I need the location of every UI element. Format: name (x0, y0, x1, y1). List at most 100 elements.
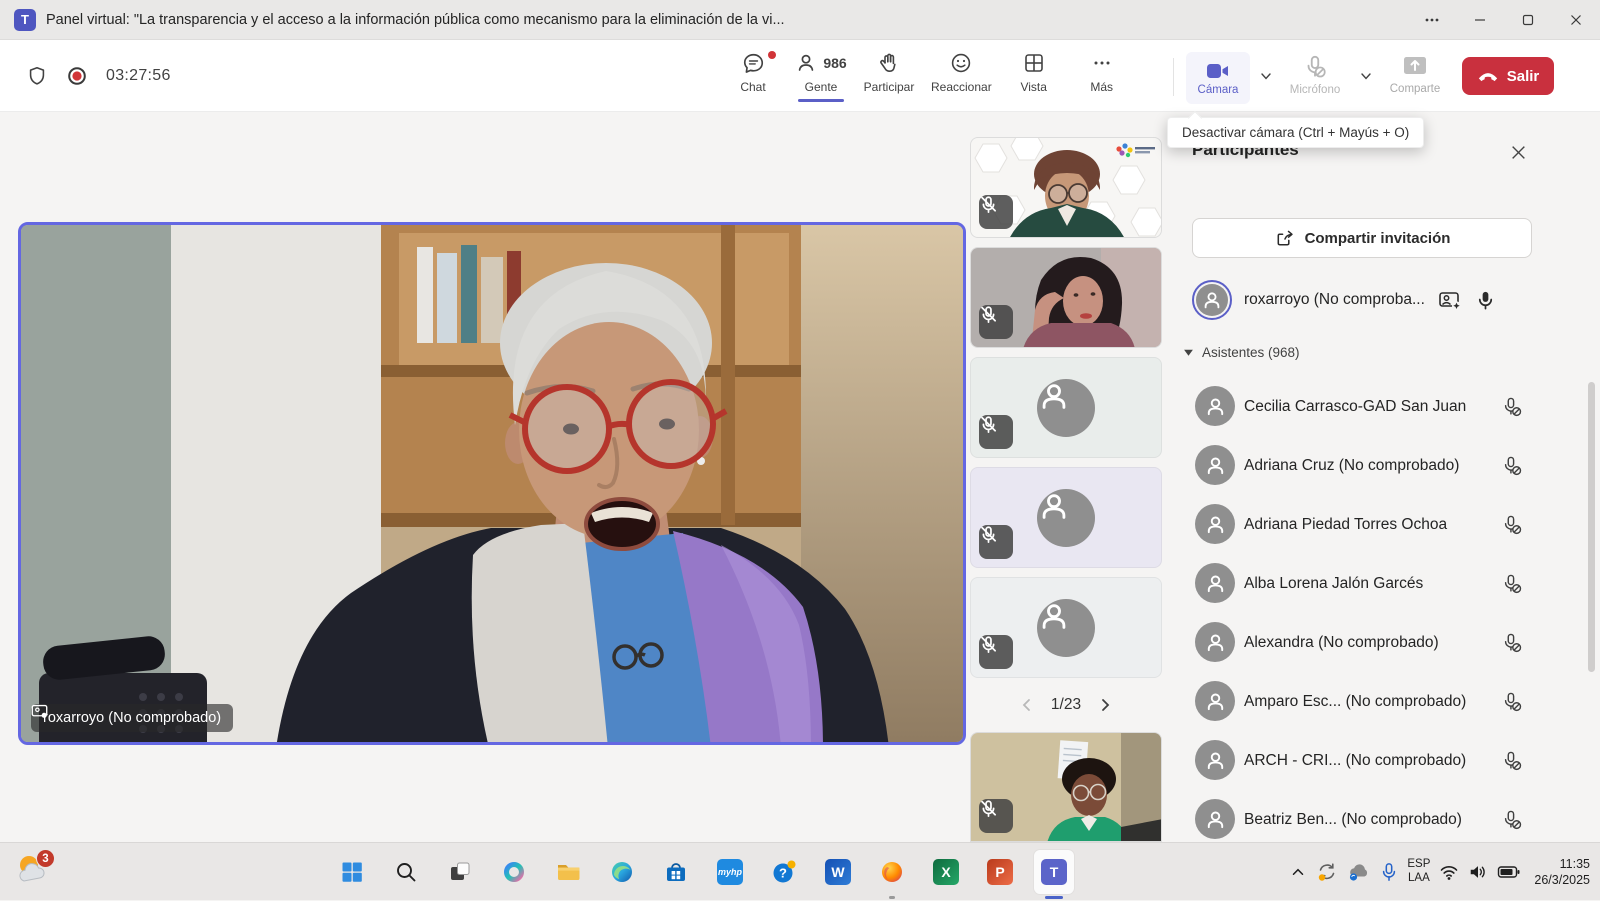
taskbar-weather-widget[interactable]: 3 (14, 851, 62, 893)
teams-app-icon: T (14, 9, 36, 31)
tray-battery-icon[interactable] (1497, 864, 1521, 880)
video-tile-3[interactable] (970, 357, 1162, 458)
video-tile-5[interactable] (970, 577, 1162, 678)
tray-overflow-chevron[interactable] (1289, 863, 1307, 881)
mic-on-icon[interactable] (1475, 290, 1496, 311)
video-tile-6[interactable] (970, 732, 1162, 842)
share-invitation-button[interactable]: Compartir invitación (1192, 218, 1532, 258)
tab-chat[interactable]: Chat (722, 49, 784, 94)
titlebar: T Panel virtual: "La transparencia y el … (0, 0, 1600, 40)
page-next-chevron[interactable] (1097, 697, 1113, 713)
language-code: ESP (1407, 858, 1430, 872)
tray-volume-icon[interactable] (1468, 863, 1488, 881)
camera-options-chevron[interactable] (1256, 66, 1276, 86)
mic-muted-badge (979, 635, 1013, 669)
video-tile-2[interactable] (970, 247, 1162, 348)
ellipsis-icon (1423, 11, 1441, 29)
tab-mas[interactable]: Más (1071, 49, 1133, 94)
taskbar-copilot-button[interactable] (494, 850, 534, 894)
video-tile-1[interactable] (970, 137, 1162, 238)
tray-microphone-icon[interactable] (1380, 862, 1398, 882)
tab-chat-label: Chat (740, 80, 765, 94)
chevron-up-icon (1289, 863, 1307, 881)
spotlight-video-icon[interactable] (1438, 290, 1462, 311)
chevron-down-icon (1359, 69, 1373, 83)
taskbar-store-button[interactable] (656, 850, 696, 894)
attendee-row[interactable]: Alexandra (No comprobado) (1165, 613, 1600, 672)
powerpoint-letter: P (995, 864, 1004, 880)
camera-button[interactable]: Cámara (1186, 52, 1250, 104)
teams-window: T Panel virtual: "La transparencia y el … (0, 0, 1600, 900)
tray-wifi-icon[interactable] (1439, 863, 1459, 881)
close-button[interactable] (1552, 0, 1600, 39)
mic-in-use-icon (1380, 862, 1398, 882)
participants-scrollbar[interactable] (1588, 382, 1595, 672)
mic-muted-icon (1501, 691, 1522, 712)
attendee-row[interactable]: Adriana Cruz (No comprobado) (1165, 436, 1600, 495)
pinned-participant-row[interactable]: roxarroyo (No comproba... (1192, 272, 1552, 328)
panel-close-button[interactable] (1508, 142, 1528, 162)
tray-language-switcher[interactable]: ESP LAA (1407, 858, 1430, 886)
chevron-down-icon (1259, 69, 1273, 83)
tray-clock[interactable]: 11:35 26/3/2025 (1534, 856, 1590, 889)
minimize-button[interactable] (1456, 0, 1504, 39)
tab-vista[interactable]: Vista (1003, 49, 1065, 94)
tab-reaccionar[interactable]: Reaccionar (926, 49, 997, 94)
page-indicator: 1/23 (1051, 696, 1081, 714)
attendees-section-header[interactable]: Asistentes (968) (1183, 345, 1300, 360)
taskbar-word-button[interactable]: W (818, 850, 858, 894)
taskbar-search-button[interactable] (386, 850, 426, 894)
video-tile-4[interactable] (970, 467, 1162, 568)
page-prev-chevron[interactable] (1019, 697, 1035, 713)
taskbar-teams-button[interactable]: T (1034, 850, 1074, 894)
people-icon (795, 51, 819, 75)
share-screen-button[interactable]: Comparte (1383, 54, 1447, 95)
wifi-icon (1439, 863, 1459, 881)
share-invitation-icon (1274, 228, 1295, 249)
taskbar-myhp-button[interactable]: myhp (710, 850, 750, 894)
tab-gente[interactable]: 986 Gente (790, 49, 852, 94)
avatar (1195, 504, 1235, 544)
excel-letter: X (941, 864, 950, 880)
mic-muted-icon (1501, 632, 1522, 653)
participants-panel: Participantes Compartir invitación (1165, 112, 1600, 842)
mic-muted-icon (1501, 573, 1522, 594)
microphone-muted-icon (1302, 54, 1328, 80)
tray-onedrive-icon[interactable] (1347, 861, 1371, 883)
spotlight-icon (31, 704, 48, 719)
avatar (1195, 445, 1235, 485)
tray-sync-icon[interactable] (1316, 861, 1338, 883)
titlebar-more-button[interactable] (1408, 0, 1456, 39)
attendee-name: Amparo Esc... (No comprobado) (1244, 693, 1466, 711)
chat-icon (741, 51, 766, 76)
leave-button[interactable]: Salir (1462, 57, 1554, 95)
attendee-row[interactable]: Alba Lorena Jalón Garcés (1165, 554, 1600, 613)
main-speaker-video[interactable]: roxarroyo (No comprobado) (18, 222, 966, 745)
taskbar-help-button[interactable]: ? (764, 850, 804, 894)
taskbar-excel-button[interactable]: X (926, 850, 966, 894)
microphone-label: Micrófono (1290, 84, 1341, 96)
attendee-row[interactable]: Cecilia Carrasco-GAD San Juan (1165, 377, 1600, 436)
microphone-options-chevron[interactable] (1356, 66, 1376, 86)
tile-pagination: 1/23 (970, 690, 1162, 720)
taskbar-file-explorer-button[interactable] (548, 850, 588, 894)
taskbar-start-button[interactable] (332, 850, 372, 894)
chat-notification-dot (768, 51, 776, 59)
taskbar-powerpoint-button[interactable]: P (980, 850, 1020, 894)
help-question-mark: ? (779, 866, 787, 881)
taskbar-task-view-button[interactable] (440, 850, 480, 894)
attendee-row[interactable]: Amparo Esc... (No comprobado) (1165, 672, 1600, 731)
attendee-name: Alba Lorena Jalón Garcés (1244, 575, 1423, 593)
attendee-row[interactable]: Beatriz Ben... (No comprobado) (1165, 790, 1600, 842)
attendee-row[interactable]: Adriana Piedad Torres Ochoa (1165, 495, 1600, 554)
attendee-row[interactable]: ARCH - CRI... (No comprobado) (1165, 731, 1600, 790)
word-letter: W (831, 864, 844, 880)
mic-muted-icon (1501, 455, 1522, 476)
microphone-button[interactable]: Micrófono (1283, 54, 1347, 96)
avatar (1195, 563, 1235, 603)
maximize-button[interactable] (1504, 0, 1552, 39)
taskbar-firefox-button[interactable] (872, 850, 912, 894)
teams-letter: T (1050, 864, 1059, 880)
taskbar-edge-button[interactable] (602, 850, 642, 894)
tab-participar[interactable]: Participar (858, 49, 920, 94)
